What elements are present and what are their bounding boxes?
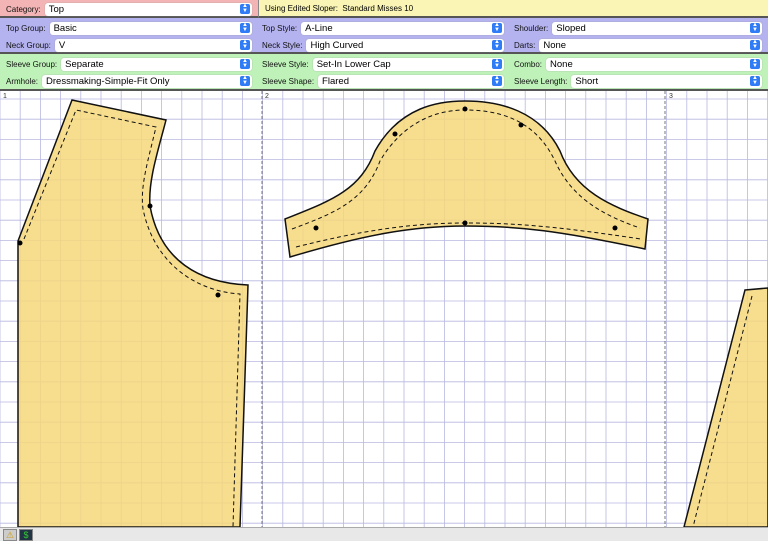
sleeve-shape-field: Sleeve Shape: Flared ▲ ▼ xyxy=(262,73,504,89)
shoulder-label: Shoulder: xyxy=(514,23,549,33)
status-bar: ⚠ $ xyxy=(0,527,768,541)
chevron-updown-icon: ▲ ▼ xyxy=(492,58,502,69)
chevron-updown-icon: ▲ ▼ xyxy=(240,58,250,69)
darts-field: Darts: None ▲ ▼ xyxy=(514,37,762,53)
top-group-label: Top Group: xyxy=(6,23,46,33)
top-style-select[interactable]: A-Line ▲ ▼ xyxy=(301,21,504,35)
dollar-icon[interactable]: $ xyxy=(19,529,33,541)
back-piece[interactable] xyxy=(683,287,768,528)
neck-style-label: Neck Style: xyxy=(262,40,303,50)
chevron-updown-icon: ▲ ▼ xyxy=(240,3,250,14)
category-field: Category: Top ▲ ▼ xyxy=(6,1,252,17)
shoulder-select[interactable]: Sloped ▲ ▼ xyxy=(552,21,762,35)
sleeve-style-field: Sleeve Style: Set-In Lower Cap ▲ ▼ xyxy=(262,56,504,72)
sloper-banner: Using Edited Sloper: Standard Misses 10 xyxy=(258,0,768,18)
page-number: 2 xyxy=(265,93,269,100)
darts-select[interactable]: None ▲ ▼ xyxy=(539,38,762,52)
combo-label: Combo: xyxy=(514,59,543,69)
page-number: 1 xyxy=(3,93,7,100)
combo-select[interactable]: None ▲ ▼ xyxy=(546,57,762,71)
chevron-updown-icon: ▲ ▼ xyxy=(240,39,250,50)
armhole-field: Armhole: Dressmaking-Simple-Fit Only ▲ ▼ xyxy=(6,73,252,89)
sleeve-style-label: Sleeve Style: xyxy=(262,59,309,69)
sleeve-piece[interactable] xyxy=(284,100,649,258)
sleeve-length-select[interactable]: Short ▲ ▼ xyxy=(571,74,762,88)
armhole-select[interactable]: Dressmaking-Simple-Fit Only ▲ ▼ xyxy=(42,74,252,88)
shoulder-field: Shoulder: Sloped ▲ ▼ xyxy=(514,20,762,36)
pattern-canvas[interactable] xyxy=(0,91,768,528)
sleeve-length-field: Sleeve Length: Short ▲ ▼ xyxy=(514,73,762,89)
chevron-updown-icon: ▲ ▼ xyxy=(492,22,502,33)
page-number: 3 xyxy=(669,93,673,100)
neck-group-field: Neck Group: V ▲ ▼ xyxy=(6,37,252,53)
darts-label: Darts: xyxy=(514,40,536,50)
chevron-updown-icon: ▲ ▼ xyxy=(240,22,250,33)
bodice-piece[interactable] xyxy=(17,99,249,528)
sleeve-group-field: Sleeve Group: Separate ▲ ▼ xyxy=(6,56,252,72)
category-select[interactable]: Top ▲ ▼ xyxy=(44,2,252,16)
chevron-updown-icon: ▲ ▼ xyxy=(492,39,502,50)
neck-group-select[interactable]: V ▲ ▼ xyxy=(54,38,252,52)
chevron-updown-icon: ▲ ▼ xyxy=(750,39,760,50)
warning-icon[interactable]: ⚠ xyxy=(3,529,17,541)
sleeve-style-select[interactable]: Set-In Lower Cap ▲ ▼ xyxy=(312,57,504,71)
category-label: Category: xyxy=(6,4,41,14)
chevron-updown-icon: ▲ ▼ xyxy=(240,75,250,86)
chevron-updown-icon: ▲ ▼ xyxy=(750,58,760,69)
combo-field: Combo: None ▲ ▼ xyxy=(514,56,762,72)
chevron-updown-icon: ▲ ▼ xyxy=(750,22,760,33)
top-group-select[interactable]: Basic ▲ ▼ xyxy=(49,21,252,35)
chevron-updown-icon: ▲ ▼ xyxy=(750,75,760,86)
top-style-label: Top Style: xyxy=(262,23,298,33)
top-style-field: Top Style: A-Line ▲ ▼ xyxy=(262,20,504,36)
sleeve-group-select[interactable]: Separate ▲ ▼ xyxy=(61,57,252,71)
chevron-updown-icon: ▲ ▼ xyxy=(492,75,502,86)
neck-style-select[interactable]: High Curved ▲ ▼ xyxy=(306,38,504,52)
neck-group-label: Neck Group: xyxy=(6,40,51,50)
armhole-label: Armhole: xyxy=(6,76,39,86)
neck-style-field: Neck Style: High Curved ▲ ▼ xyxy=(262,37,504,53)
sleeve-group-label: Sleeve Group: xyxy=(6,59,58,69)
sleeve-shape-select[interactable]: Flared ▲ ▼ xyxy=(318,74,504,88)
top-group-field: Top Group: Basic ▲ ▼ xyxy=(6,20,252,36)
sleeve-length-label: Sleeve Length: xyxy=(514,76,568,86)
sleeve-shape-label: Sleeve Shape: xyxy=(262,76,315,86)
